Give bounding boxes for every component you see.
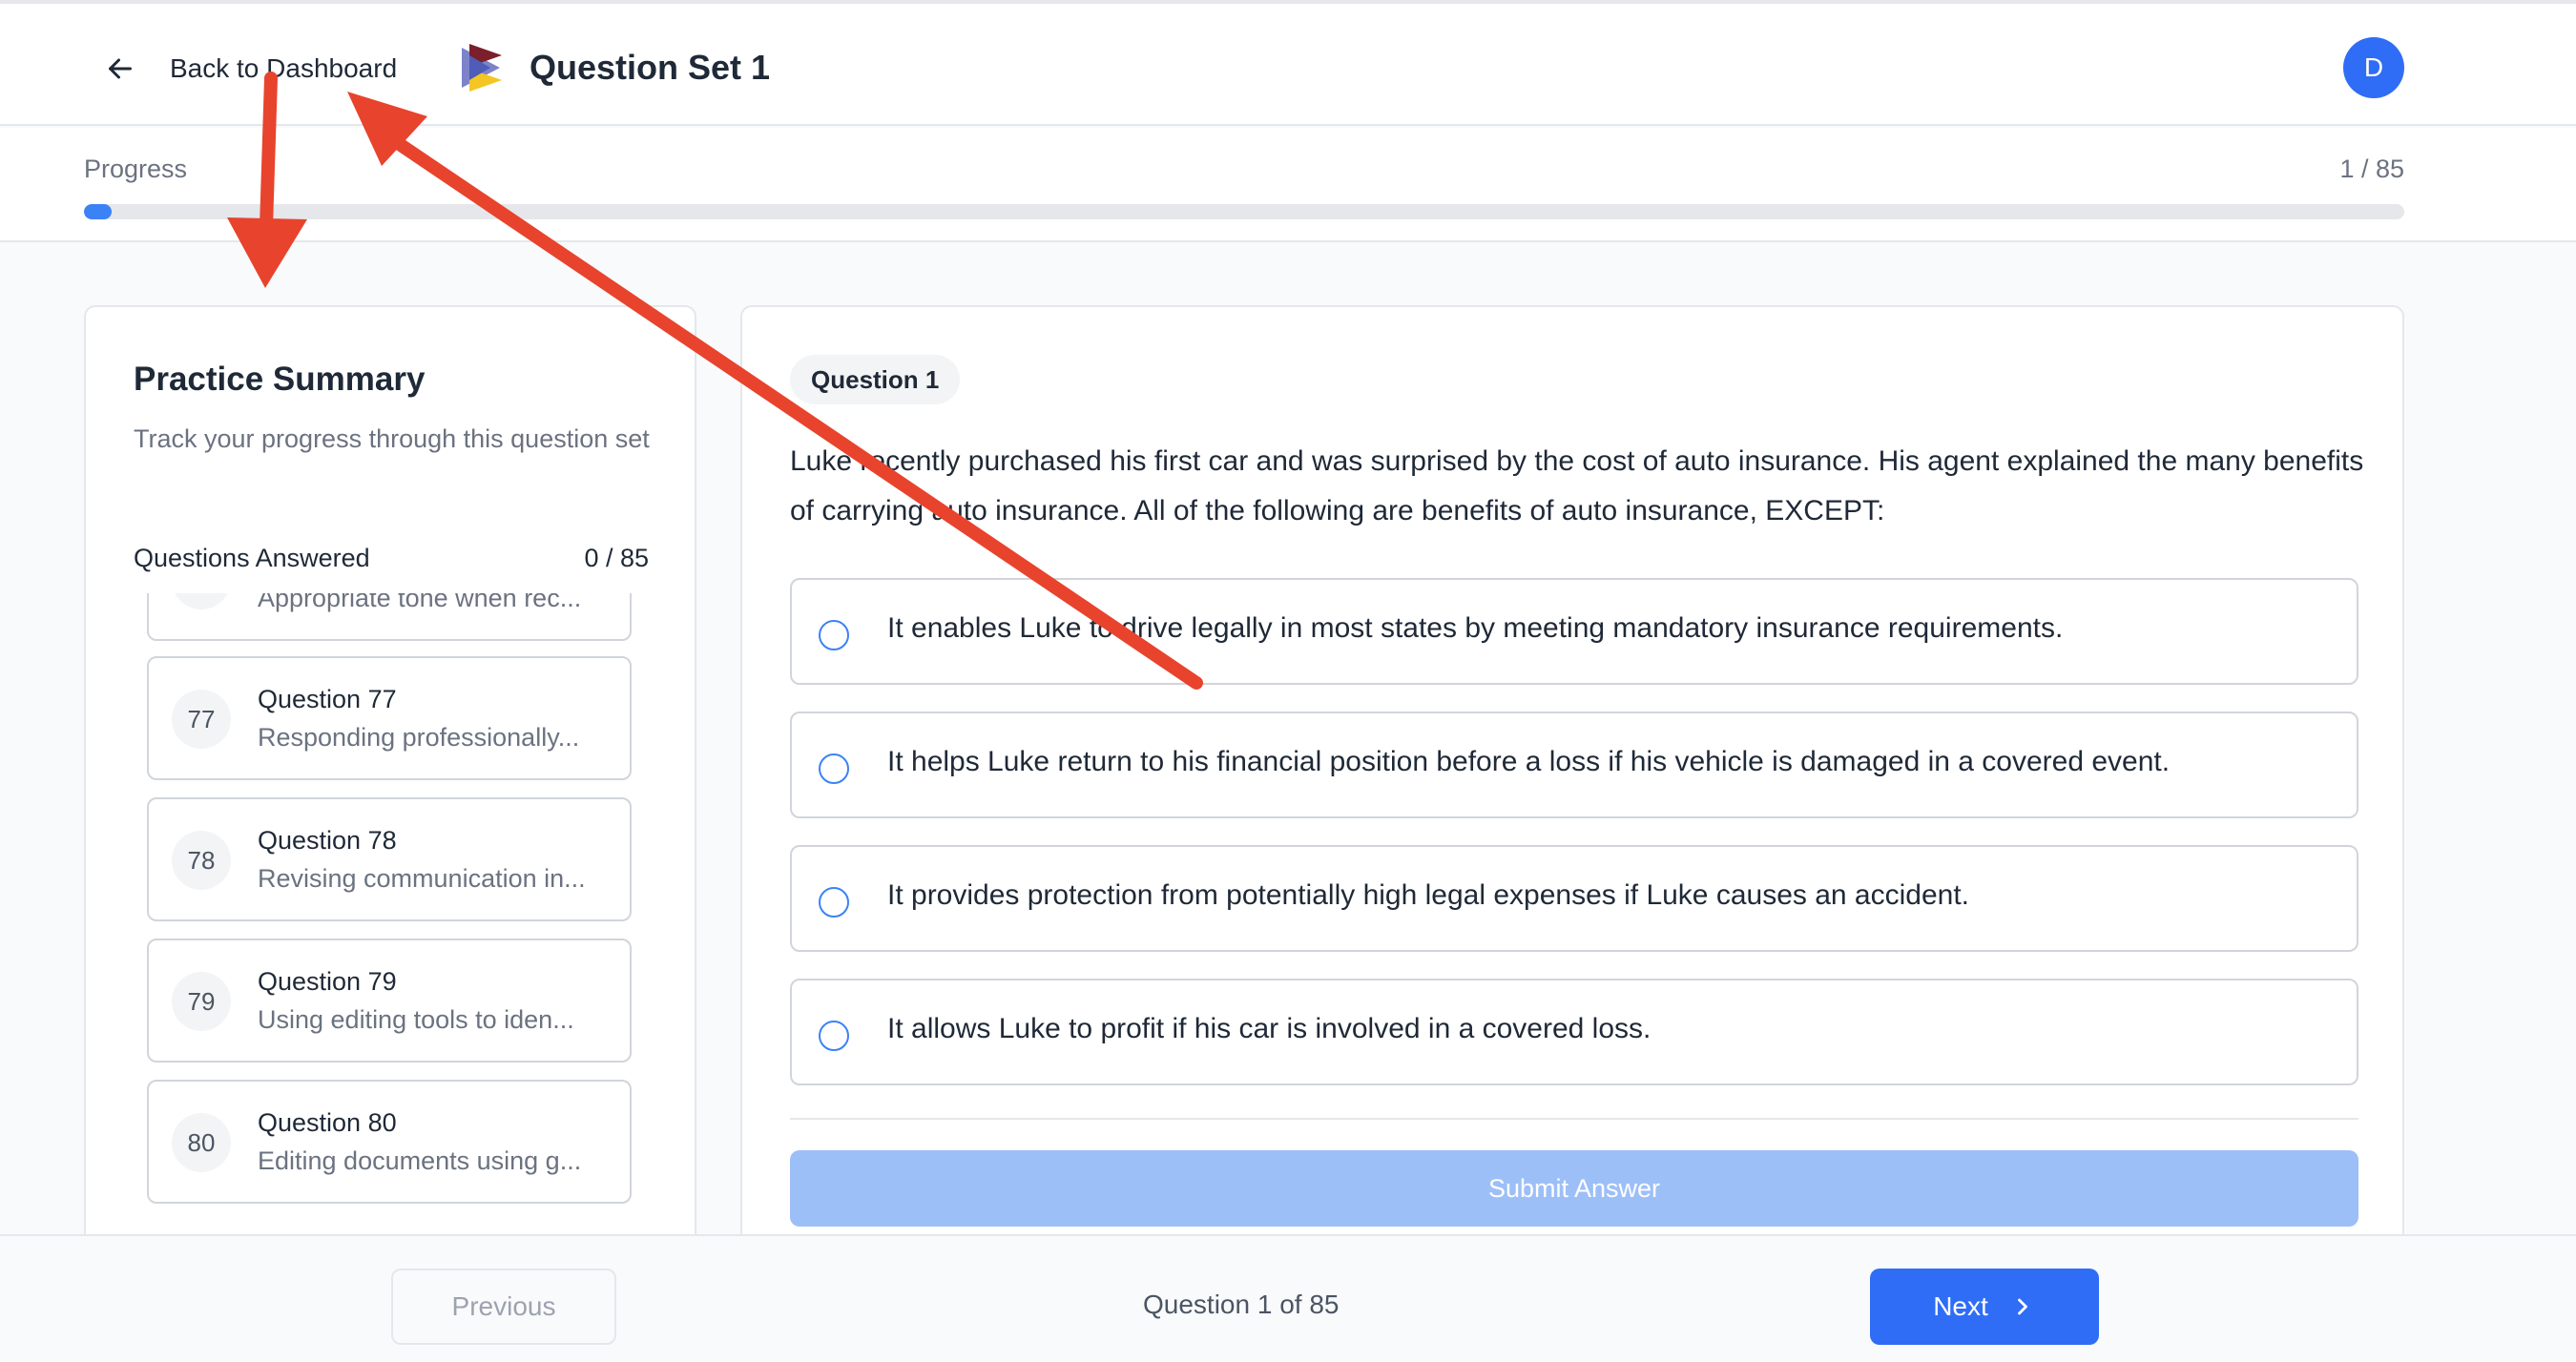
question-text: Luke recently purchased his first car an… <box>790 445 2364 526</box>
divider <box>790 1118 2358 1120</box>
bottom-navigation-bar: Previous Question 1 of 85 Next <box>0 1234 2576 1362</box>
question-list-item[interactable]: Appropriate tone when rec... <box>147 593 632 641</box>
radio-button[interactable] <box>819 1021 849 1051</box>
progress-bar <box>84 204 2404 219</box>
question-list-item[interactable]: 79 Question 79 Using editing tools to id… <box>147 939 632 1063</box>
practice-summary-title: Practice Summary <box>134 361 426 398</box>
practice-summary-subtitle: Track your progress through this questio… <box>134 424 650 453</box>
page-title: Question Set 1 <box>530 48 771 87</box>
radio-button[interactable] <box>819 620 849 650</box>
answer-option-text: It helps Luke return to his financial po… <box>887 746 2171 777</box>
answer-option-1[interactable]: It enables Luke to drive legally in most… <box>790 578 2358 685</box>
next-button[interactable]: Next <box>1870 1269 2099 1345</box>
question-item-description: Using editing tools to iden... <box>258 1005 574 1034</box>
answer-option-3[interactable]: It provides protection from potentially … <box>790 845 2358 952</box>
submit-answer-button[interactable]: Submit Answer <box>790 1150 2358 1227</box>
question-number-badge: 79 <box>172 972 231 1031</box>
answer-option-2[interactable]: It helps Luke return to his financial po… <box>790 712 2358 818</box>
progress-bar-fill <box>84 204 112 219</box>
radio-button[interactable] <box>819 887 849 918</box>
chevron-right-icon <box>2017 1298 2027 1315</box>
question-item-title: Question 79 <box>258 967 397 996</box>
questions-answered-count: 0 / 85 <box>584 544 649 572</box>
answer-option-text: It enables Luke to drive legally in most… <box>887 612 2064 644</box>
progress-count: 1 / 85 <box>2339 155 2404 183</box>
back-to-dashboard-label: Back to Dashboard <box>170 53 398 83</box>
progress-label: Progress <box>84 155 188 183</box>
question-counter: Question 1 of 85 <box>1143 1290 1340 1319</box>
question-number-badge: 77 <box>172 690 231 749</box>
question-item-title: Question 78 <box>258 826 397 855</box>
practice-summary-panel: Practice Summary Track your progress thr… <box>84 305 696 1297</box>
question-number-badge: 80 <box>172 1113 231 1172</box>
progress-section: Progress 1 / 85 <box>0 128 2576 242</box>
next-button-label: Next <box>1933 1291 1988 1321</box>
question-item-title: Question 77 <box>258 685 397 713</box>
question-list-item[interactable]: 78 Question 78 Revising communication in… <box>147 797 632 921</box>
answer-option-4[interactable]: It allows Luke to profit if his car is i… <box>790 979 2358 1085</box>
question-item-description: Revising communication in... <box>258 864 586 893</box>
question-item-title: Question 80 <box>258 1108 397 1137</box>
question-list[interactable]: Appropriate tone when rec... 77 Question… <box>147 593 634 1295</box>
header: Back to Dashboard Question Set 1 D <box>0 4 2576 126</box>
question-item-description: Responding professionally... <box>258 723 580 752</box>
brand-logo-icon <box>462 44 502 92</box>
answer-option-text: It allows Luke to profit if his car is i… <box>887 1013 1652 1044</box>
answer-option-text: It provides protection from potentially … <box>887 879 1969 911</box>
question-list-item[interactable]: 80 Question 80 Editing documents using g… <box>147 1080 632 1204</box>
user-avatar[interactable]: D <box>2343 37 2404 98</box>
previous-button[interactable]: Previous <box>391 1269 616 1345</box>
question-number-badge <box>172 593 231 609</box>
question-item-description: Appropriate tone when rec... <box>258 593 582 612</box>
question-badge: Question 1 <box>790 355 961 404</box>
question-item-description: Editing documents using g... <box>258 1146 582 1175</box>
questions-answered-label: Questions Answered <box>134 544 370 572</box>
question-number-badge: 78 <box>172 831 231 890</box>
back-to-dashboard-button[interactable]: Back to Dashboard <box>103 44 397 93</box>
question-list-item[interactable]: 77 Question 77 Responding professionally… <box>147 656 632 780</box>
radio-button[interactable] <box>819 753 849 784</box>
question-card: Question 1 Luke recently purchased his f… <box>740 305 2404 1297</box>
arrow-left-icon <box>109 58 132 79</box>
